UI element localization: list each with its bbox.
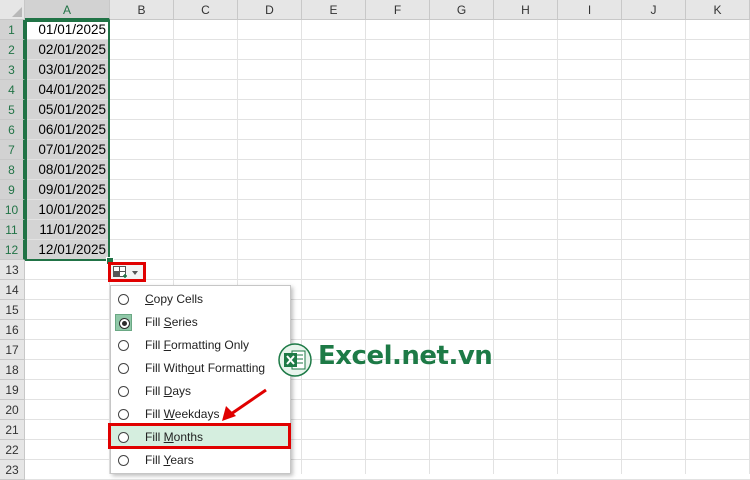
label-prefix: Fill: [145, 384, 164, 398]
excel-net-vn-watermark: Excel.net.vn: [278, 341, 493, 379]
row-header-3[interactable]: 3: [0, 60, 25, 80]
menu-item-fill-days[interactable]: Fill Days: [111, 380, 290, 403]
label-suffix: ormatting Only: [171, 338, 250, 352]
row-gridline: [25, 259, 750, 260]
menu-item-label: Fill Years: [145, 449, 194, 472]
access-key: F: [163, 338, 172, 352]
radio-icon: [118, 340, 129, 351]
column-gridline: [685, 20, 686, 474]
row-header-8[interactable]: 8: [0, 160, 25, 180]
access-key: S: [163, 315, 172, 329]
row-header-5[interactable]: 5: [0, 100, 25, 120]
row-header-17[interactable]: 17: [0, 340, 25, 360]
select-all-corner[interactable]: [0, 0, 25, 20]
menu-item-fill-years[interactable]: Fill Years: [111, 449, 290, 472]
fill-months-highlight-box: [108, 423, 291, 449]
menu-item-label: Fill Days: [145, 380, 191, 403]
label-prefix: Fill With: [145, 361, 188, 375]
column-gridline: [429, 20, 430, 474]
row-header-15[interactable]: 15: [0, 300, 25, 320]
column-gridline: [493, 20, 494, 474]
radio-icon: [118, 294, 129, 305]
row-header-14[interactable]: 14: [0, 280, 25, 300]
auto-fill-options-icon: [113, 266, 138, 278]
menu-item-fill-series[interactable]: Fill Series: [111, 311, 290, 334]
row-gridline: [25, 99, 750, 100]
label-suffix: eries: [171, 315, 198, 329]
row-gridline: [25, 139, 750, 140]
row-header-20[interactable]: 20: [0, 400, 25, 420]
row-gridline: [25, 39, 750, 40]
label-suffix: eekdays: [174, 407, 220, 421]
menu-item-fill-formatting-only[interactable]: Fill Formatting Only: [111, 334, 290, 357]
row-header-10[interactable]: 10: [0, 200, 25, 220]
label-suffix: opy Cells: [153, 292, 204, 306]
column-header-i[interactable]: I: [558, 0, 622, 20]
label-suffix: ut Formatting: [194, 361, 266, 375]
column-gridline: [365, 20, 366, 474]
access-key: C: [145, 292, 154, 306]
column-header-b[interactable]: B: [110, 0, 174, 20]
row-gridline: [25, 199, 750, 200]
label-prefix: Fill: [145, 453, 164, 467]
column-header-e[interactable]: E: [302, 0, 366, 20]
label-prefix: Fill: [145, 407, 164, 421]
spreadsheet: ABCDEFGHIJK 1 2 3 4 5 6 7 8 9 10 11 12 13 14 15 16 17 18 1…: [0, 0, 750, 480]
column-gridline: [621, 20, 622, 474]
radio-icon: [118, 386, 129, 397]
row-header-12[interactable]: 12: [0, 240, 25, 260]
row-gridline: [25, 219, 750, 220]
row-header-22[interactable]: 22: [0, 440, 25, 460]
row-header-9[interactable]: 9: [0, 180, 25, 200]
radio-icon: [118, 363, 129, 374]
column-header-a[interactable]: A: [25, 0, 110, 20]
row-gridline: [25, 59, 750, 60]
auto-fill-options-button[interactable]: [108, 262, 146, 282]
radio-icon: [119, 318, 130, 329]
row-header-11[interactable]: 11: [0, 220, 25, 240]
label-prefix: Fill: [145, 315, 164, 329]
menu-item-copy-cells[interactable]: Copy Cells: [111, 288, 290, 311]
row-header-16[interactable]: 16: [0, 320, 25, 340]
access-key: W: [163, 407, 175, 421]
row-header-19[interactable]: 19: [0, 380, 25, 400]
row-header-7[interactable]: 7: [0, 140, 25, 160]
column-header-f[interactable]: F: [366, 0, 430, 20]
column-header-j[interactable]: J: [622, 0, 686, 20]
selection-range: [25, 20, 110, 261]
row-header-13[interactable]: 13: [0, 260, 25, 280]
column-header-k[interactable]: K: [686, 0, 750, 20]
row-header-21[interactable]: 21: [0, 420, 25, 440]
row-header-23[interactable]: 23: [0, 460, 25, 480]
column-gridline: [557, 20, 558, 474]
label-prefix: Fill: [145, 338, 164, 352]
row-gridline: [25, 239, 750, 240]
label-suffix: ays: [172, 384, 192, 398]
column-header-g[interactable]: G: [430, 0, 494, 20]
watermark-text: Excel.net.vn: [318, 341, 493, 371]
excel-logo-icon: [278, 343, 312, 377]
column-gridline: [301, 20, 302, 474]
row-gridline: [25, 79, 750, 80]
row-header-4[interactable]: 4: [0, 80, 25, 100]
row-gridline: [25, 119, 750, 120]
column-header-h[interactable]: H: [494, 0, 558, 20]
menu-item-label: Copy Cells: [145, 288, 203, 311]
menu-item-label: Fill Series: [145, 311, 198, 334]
row-header-2[interactable]: 2: [0, 40, 25, 60]
label-suffix: ears: [170, 453, 194, 467]
row-header-18[interactable]: 18: [0, 360, 25, 380]
column-header-d[interactable]: D: [238, 0, 302, 20]
row-gridline: [25, 179, 750, 180]
row-gridline: [25, 159, 750, 160]
column-header-c[interactable]: C: [174, 0, 238, 20]
menu-item-label: Fill Formatting Only: [145, 334, 249, 357]
radio-icon: [118, 455, 129, 466]
menu-item-fill-without-formatting[interactable]: Fill Without Formatting: [111, 357, 290, 380]
radio-icon: [118, 409, 129, 420]
row-header-1[interactable]: 1: [0, 20, 25, 40]
row-header-6[interactable]: 6: [0, 120, 25, 140]
menu-item-label: Fill Without Formatting: [145, 357, 265, 380]
